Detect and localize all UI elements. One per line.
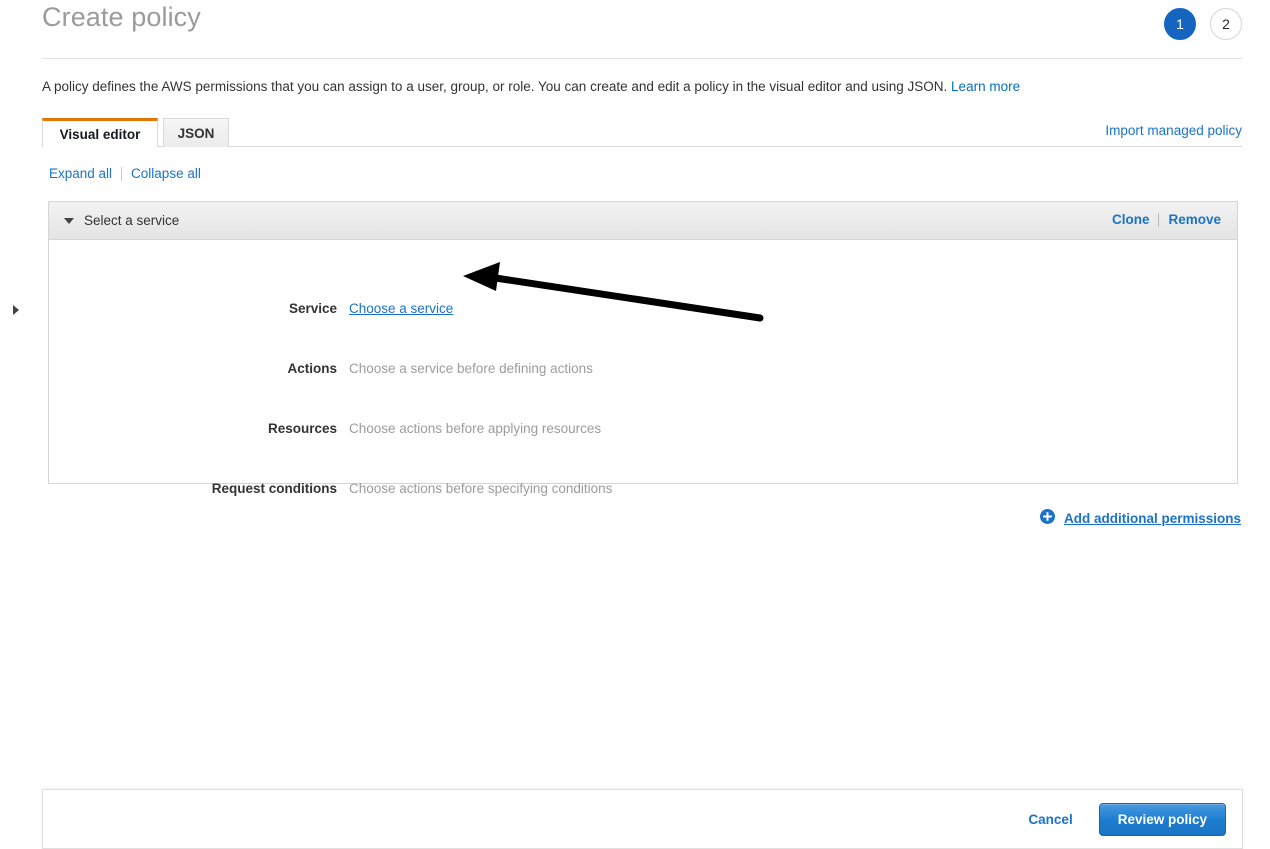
toolbar-divider bbox=[121, 166, 123, 181]
permission-block-actions: Clone Remove bbox=[1112, 212, 1221, 227]
request-conditions-label: Request conditions bbox=[211, 481, 337, 496]
permission-block-body: Service Choose a service Actions Choose … bbox=[13, 240, 1237, 496]
import-managed-policy-container: Import managed policy bbox=[1105, 123, 1242, 138]
chevron-down-icon[interactable] bbox=[64, 217, 74, 224]
actions-label: Actions bbox=[287, 361, 337, 376]
editor-tabs: Visual editor JSON Import managed policy bbox=[0, 118, 1270, 148]
add-additional-permissions-label: Add additional permissions bbox=[1063, 510, 1241, 526]
remove-link[interactable]: Remove bbox=[1168, 212, 1221, 227]
wizard-footer: Cancel Review policy bbox=[42, 789, 1243, 849]
learn-more-link[interactable]: Learn more bbox=[951, 79, 1020, 94]
service-label-wrap: Service bbox=[13, 301, 337, 316]
tab-visual-editor-label: Visual editor bbox=[59, 126, 141, 142]
add-additional-permissions-button[interactable]: Add additional permissions bbox=[1039, 509, 1241, 527]
collapse-all-link[interactable]: Collapse all bbox=[131, 166, 201, 181]
actions-divider bbox=[1158, 212, 1160, 227]
permission-block-title: Select a service bbox=[84, 213, 180, 228]
import-managed-policy-link[interactable]: Import managed policy bbox=[1105, 123, 1242, 138]
field-row-resources: Resources Choose actions before applying… bbox=[49, 421, 1237, 436]
step-indicator-2[interactable]: 2 bbox=[1210, 8, 1242, 40]
actions-value: Choose a service before defining actions bbox=[349, 361, 593, 376]
step-2-label: 2 bbox=[1222, 16, 1230, 32]
permission-block-panel: Select a service Clone Remove Service Ch… bbox=[13, 201, 1238, 496]
page-header: Create policy 1 2 bbox=[0, 0, 1270, 60]
step-indicator-1[interactable]: 1 bbox=[1164, 8, 1196, 40]
resources-label-wrap: Resources bbox=[49, 421, 337, 436]
choose-a-service-link[interactable]: Choose a service bbox=[349, 301, 453, 316]
review-policy-button[interactable]: Review policy bbox=[1098, 802, 1226, 836]
permission-block-header[interactable]: Select a service Clone Remove bbox=[49, 202, 1237, 240]
service-label: Service bbox=[288, 301, 337, 316]
expand-collapse-toolbar: Expand all Collapse all bbox=[49, 166, 201, 181]
request-conditions-label-wrap: Request conditions bbox=[49, 481, 337, 496]
actions-label-wrap: Actions bbox=[49, 361, 337, 376]
step-indicator: 1 2 bbox=[1164, 8, 1242, 40]
expand-all-link[interactable]: Expand all bbox=[49, 166, 112, 181]
header-divider bbox=[42, 58, 1242, 59]
clone-link[interactable]: Clone bbox=[1112, 212, 1150, 227]
page-title: Create policy bbox=[42, 2, 201, 32]
field-row-actions: Actions Choose a service before defining… bbox=[49, 361, 1237, 376]
tab-json-label: JSON bbox=[177, 125, 215, 141]
policy-description-text: A policy defines the AWS permissions tha… bbox=[42, 79, 948, 94]
chevron-right-icon[interactable] bbox=[13, 305, 19, 315]
cancel-button[interactable]: Cancel bbox=[1028, 812, 1072, 827]
tab-json[interactable]: JSON bbox=[163, 118, 229, 147]
policy-description: A policy defines the AWS permissions tha… bbox=[42, 78, 1020, 96]
tab-visual-editor[interactable]: Visual editor bbox=[42, 118, 158, 148]
plus-circle-icon bbox=[1039, 509, 1055, 527]
field-row-request-conditions: Request conditions Choose actions before… bbox=[49, 481, 1237, 496]
field-row-service: Service Choose a service bbox=[13, 301, 1237, 316]
step-1-label: 1 bbox=[1176, 16, 1184, 32]
request-conditions-value: Choose actions before specifying conditi… bbox=[349, 481, 613, 496]
resources-value: Choose actions before applying resources bbox=[349, 421, 602, 436]
resources-label: Resources bbox=[267, 421, 337, 436]
